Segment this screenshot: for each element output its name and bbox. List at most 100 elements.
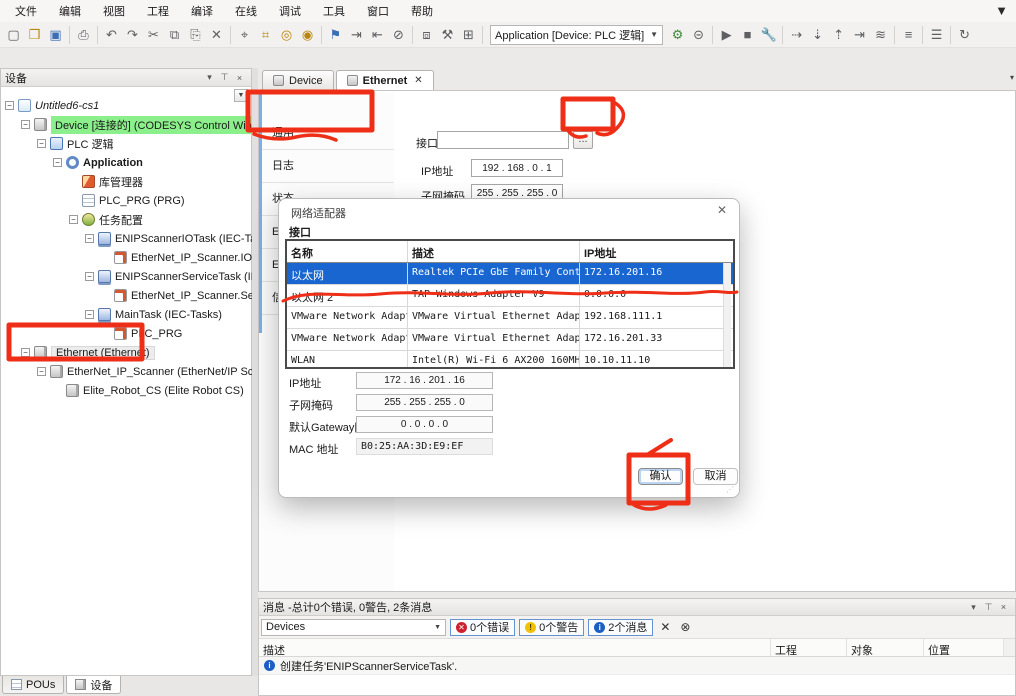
find-next-icon[interactable]: ◎ <box>276 25 297 45</box>
tree-item-service-cycle[interactable]: EtherNet_IP_Scanner.ServiceCycle <box>1 286 251 305</box>
single-cycle-icon[interactable]: 🔧 <box>758 25 779 45</box>
tab-devices[interactable]: 设备 <box>66 676 121 694</box>
delete-icon[interactable]: ✕ <box>206 25 227 45</box>
write-values-icon[interactable]: ☰ <box>926 25 947 45</box>
menu-window[interactable]: 窗口 <box>358 0 398 22</box>
collapse-icon[interactable]: − <box>53 158 62 167</box>
column-position[interactable]: 位置 <box>924 639 1004 656</box>
save-icon[interactable]: ▣ <box>45 25 66 45</box>
tree-item-maintask-plc-prg[interactable]: PLC_PRG <box>1 324 251 343</box>
cut-icon[interactable]: ✂ <box>143 25 164 45</box>
tree-item-device[interactable]: − Device [连接的] (CODESYS Control Win V3 x… <box>1 115 251 134</box>
tree-item-ethernet[interactable]: − Ethernet (Ethernet) <box>1 343 251 362</box>
menu-file[interactable]: 文件 <box>6 0 46 22</box>
tree-item-ethernet-ip-scanner[interactable]: − EtherNet_IP_Scanner (EtherNet/IP Scann… <box>1 362 251 381</box>
tree-item-main-task[interactable]: − MainTask (IEC-Tasks) <box>1 305 251 324</box>
bookmark-next-icon[interactable]: ⇥ <box>346 25 367 45</box>
open-file-icon[interactable]: ❒ <box>24 25 45 45</box>
tree-item-task-configuration[interactable]: − 任务配置 <box>1 210 251 229</box>
adapter-row-vmnet8[interactable]: VMware Network Adapter VMnet8 VMware Vir… <box>287 329 733 351</box>
adapter-row-vmnet1[interactable]: VMware Network Adapter VMnet1 VMware Vir… <box>287 307 733 329</box>
collapse-icon[interactable]: − <box>21 120 30 129</box>
paste-icon[interactable]: ⎘ <box>185 25 206 45</box>
panel-close-icon[interactable]: × <box>232 73 247 83</box>
tree-dropdown-button[interactable]: ▼ <box>234 89 248 102</box>
collapse-icon[interactable]: − <box>5 101 14 110</box>
ip-address-input[interactable]: 192 . 168 . 0 . 1 <box>471 159 563 177</box>
ok-button[interactable]: 确认 <box>638 468 683 485</box>
panel-close-icon[interactable]: × <box>996 602 1011 612</box>
start-icon[interactable]: ▶ <box>716 25 737 45</box>
panel-pin-icon[interactable]: ⊤ <box>981 602 996 613</box>
column-ip[interactable]: IP地址 <box>580 241 733 262</box>
collapse-icon[interactable]: − <box>69 215 78 224</box>
application-selector[interactable]: Application [Device: PLC 逻辑] ▼ <box>490 25 663 45</box>
tab-ethernet[interactable]: Ethernet ✕ <box>336 70 434 90</box>
tree-item-elite-robot[interactable]: Elite_Robot_CS (Elite Robot CS) <box>1 381 251 400</box>
flow-control-icon[interactable]: ≋ <box>870 25 891 45</box>
browse-interface-button[interactable]: ... <box>573 131 593 149</box>
adapter-row-ethernet[interactable]: 以太网 Realtek PCIe GbE Family Controller 1… <box>287 263 733 285</box>
build-icon[interactable]: ⚒ <box>437 25 458 45</box>
interface-input[interactable] <box>437 131 569 149</box>
step-over-icon[interactable]: ⇢ <box>786 25 807 45</box>
tree-item-application[interactable]: − Application <box>1 153 251 172</box>
panel-dropdown-icon[interactable]: ▾ <box>966 602 981 613</box>
tab-overflow-icon[interactable]: ▾ <box>1010 73 1014 82</box>
panel-dropdown-icon[interactable]: ▾ <box>202 72 217 83</box>
message-category-select[interactable]: Devices ▼ <box>261 619 446 636</box>
tree-item-enip-service-task[interactable]: − ENIPScannerServiceTask (IEC-Tasks) <box>1 267 251 286</box>
message-row[interactable]: i 创建任务'ENIPScannerServiceTask'. <box>259 657 1015 675</box>
generate-code-icon[interactable]: ⊞ <box>458 25 479 45</box>
menu-debug[interactable]: 调试 <box>270 0 310 22</box>
messages-filter-button[interactable]: i 2个消息 <box>588 619 653 636</box>
force-values-icon[interactable]: ≡ <box>898 25 919 45</box>
undo-icon[interactable]: ↶ <box>101 25 122 45</box>
adapter-row-wlan[interactable]: WLAN Intel(R) Wi-Fi 6 AX200 160MHz 10.10… <box>287 351 733 369</box>
adapter-row-ethernet2[interactable]: 以太网 2 TAP-Windows Adapter V9 0.0.0.0 <box>287 285 733 307</box>
step-out-icon[interactable]: ⇡ <box>828 25 849 45</box>
bookmark-toggle-icon[interactable]: ⚑ <box>325 25 346 45</box>
menu-project[interactable]: 工程 <box>138 0 178 22</box>
menu-help[interactable]: 帮助 <box>402 0 442 22</box>
bookmark-prev-icon[interactable]: ⇤ <box>367 25 388 45</box>
logout-icon[interactable]: ⊝ <box>688 25 709 45</box>
tab-device[interactable]: Device <box>262 70 334 90</box>
resize-grip[interactable]: ⋰ <box>726 485 735 494</box>
warnings-filter-button[interactable]: ! 0个警告 <box>519 619 584 636</box>
tree-item-io-cycle[interactable]: EtherNet_IP_Scanner.IOCycle <box>1 248 251 267</box>
cancel-button[interactable]: 取消 <box>693 468 738 485</box>
clear-all-messages-icon[interactable]: ⊗ <box>677 620 693 634</box>
redo-icon[interactable]: ↷ <box>122 25 143 45</box>
tab-pous[interactable]: POUs <box>2 676 64 694</box>
collapse-icon[interactable]: − <box>85 272 94 281</box>
replace-next-icon[interactable]: ◉ <box>297 25 318 45</box>
tree-item-project[interactable]: − Untitled6-cs1 <box>1 96 251 115</box>
export-icon[interactable]: ⧈ <box>416 25 437 45</box>
column-description[interactable]: 描述 <box>408 241 580 262</box>
tree-item-plc-prg[interactable]: PLC_PRG (PRG) <box>1 191 251 210</box>
dialog-close-icon[interactable]: ✕ <box>717 203 727 217</box>
filter-icon[interactable]: ▼ <box>995 3 1008 18</box>
login-icon[interactable]: ⚙ <box>667 25 688 45</box>
tab-general[interactable]: 通用 <box>259 117 394 150</box>
step-into-icon[interactable]: ⇣ <box>807 25 828 45</box>
panel-pin-icon[interactable]: ⊤ <box>217 72 232 83</box>
print-icon[interactable]: ⎙ <box>73 25 94 45</box>
tree-item-library-manager[interactable]: 库管理器 <box>1 172 251 191</box>
tab-log[interactable]: 日志 <box>259 150 394 183</box>
menu-build[interactable]: 编译 <box>182 0 222 22</box>
close-icon[interactable]: ✕ <box>414 75 422 86</box>
bookmark-clear-icon[interactable]: ⊘ <box>388 25 409 45</box>
collapse-icon[interactable]: − <box>37 139 46 148</box>
copy-icon[interactable]: ⧉ <box>164 25 185 45</box>
menu-view[interactable]: 视图 <box>94 0 134 22</box>
collapse-icon[interactable]: − <box>37 367 46 376</box>
run-to-cursor-icon[interactable]: ⇥ <box>849 25 870 45</box>
find-icon[interactable]: ⌖ <box>234 25 255 45</box>
menu-edit[interactable]: 编辑 <box>50 0 90 22</box>
grid-scroll-strip[interactable] <box>1004 639 1015 656</box>
column-name[interactable]: 名称 <box>287 241 408 262</box>
collapse-icon[interactable]: − <box>85 234 94 243</box>
table-scrollbar[interactable] <box>723 263 731 367</box>
